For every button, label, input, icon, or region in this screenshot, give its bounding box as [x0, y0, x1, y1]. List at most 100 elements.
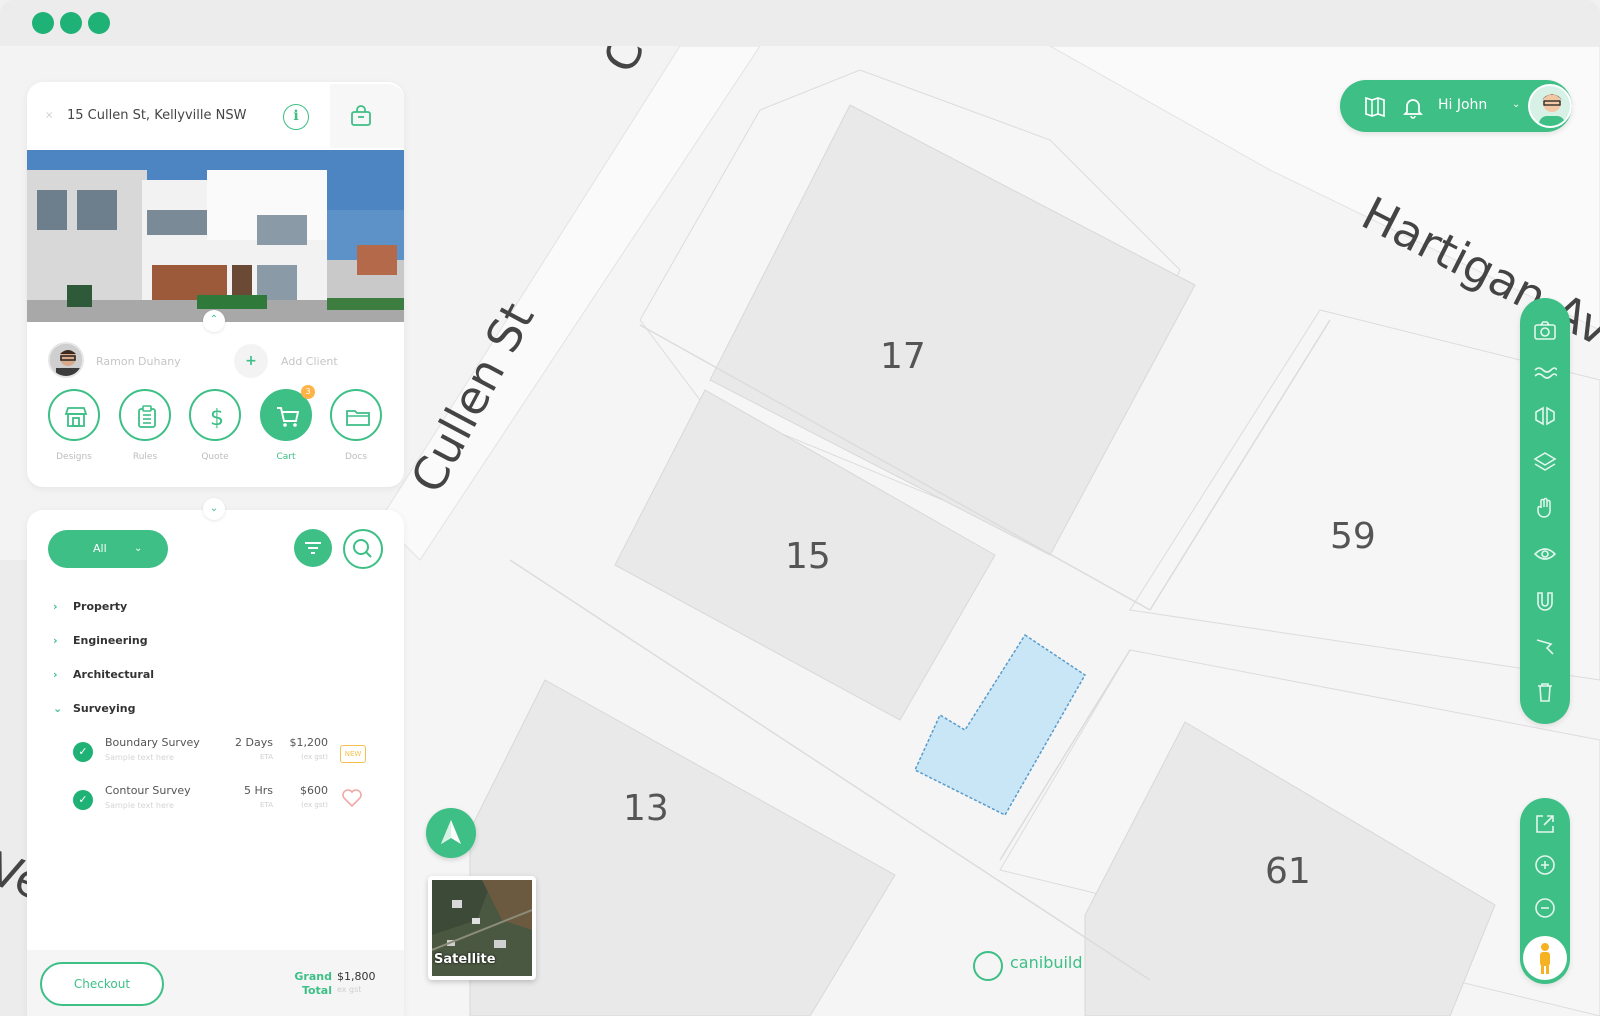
service-name: Boundary Survey [105, 736, 200, 749]
info-icon[interactable]: i [283, 104, 309, 130]
close-address-icon[interactable]: × [45, 110, 53, 121]
service-name: Contour Survey [105, 784, 191, 797]
shopping-bag-icon[interactable] [349, 104, 373, 128]
water-icon[interactable] [1533, 360, 1557, 384]
new-badge: NEW [340, 745, 366, 763]
lot-number: 59 [1330, 516, 1376, 557]
pegman-icon [1540, 943, 1550, 974]
category-label: Engineering [73, 634, 148, 647]
window-titlebar [0, 0, 1600, 46]
svg-text:$: $ [210, 406, 224, 430]
chevron-right-icon: › [53, 668, 58, 681]
checkout-button[interactable]: Checkout [40, 962, 164, 1006]
chevron-down-icon[interactable]: ⌄ [1512, 99, 1520, 110]
lot-number: 15 [785, 536, 831, 577]
service-price: $600 [300, 784, 328, 797]
docs-label: Docs [344, 452, 368, 462]
agent-name: Ramon Duhany [96, 355, 181, 368]
zoom-in-icon[interactable] [1533, 853, 1557, 877]
street-view-button[interactable] [1523, 936, 1567, 980]
rules-label: Rules [132, 452, 158, 462]
category-label: Architectural [73, 668, 155, 681]
search-icon [353, 539, 372, 558]
check-icon[interactable]: ✓ [73, 742, 93, 762]
designs-label: Designs [56, 452, 92, 462]
service-description: Sample text here [105, 753, 174, 762]
user-greeting[interactable]: Hi John [1438, 97, 1487, 113]
external-link-icon[interactable] [1533, 812, 1557, 836]
service-duration: 5 Hrs [243, 784, 273, 797]
rules-button[interactable] [119, 389, 171, 441]
property-address: 15 Cullen St, Kellyville NSW [67, 108, 247, 123]
compass-button[interactable] [426, 808, 476, 858]
eye-icon[interactable] [1533, 542, 1557, 566]
category-engineering[interactable]: › Engineering [53, 634, 148, 647]
service-eta-label: ETA [260, 753, 273, 761]
bookmark-map-icon[interactable] [1362, 94, 1388, 120]
service-gst-label: (ex gst) [301, 753, 328, 761]
quote-button[interactable]: $ [189, 389, 241, 441]
category-filter-select[interactable]: All ⌄ [48, 530, 168, 568]
trash-icon[interactable] [1533, 680, 1557, 704]
minimize-window-button[interactable] [60, 12, 82, 34]
category-label: Surveying [73, 702, 136, 715]
docs-button[interactable] [330, 389, 382, 441]
add-client-button[interactable]: + [234, 344, 268, 378]
collapse-photo-button[interactable]: ⌃ [203, 310, 225, 332]
cart-icon [277, 407, 300, 427]
brand-logo-icon [973, 951, 1003, 981]
lot-number: 13 [623, 788, 669, 829]
lot-number: 61 [1265, 851, 1311, 892]
filter-icon [305, 542, 321, 554]
satellite-label[interactable]: Satellite [434, 952, 496, 967]
lot-number: 17 [880, 336, 926, 377]
quote-label: Quote [201, 452, 229, 462]
agent-avatar [48, 342, 84, 378]
heart-icon[interactable] [341, 788, 363, 808]
check-icon[interactable]: ✓ [73, 790, 93, 810]
chevron-down-icon: ⌄ [53, 702, 63, 715]
dollar-icon: $ [210, 406, 224, 430]
search-button[interactable] [343, 529, 383, 569]
shop-icon [64, 407, 88, 427]
zoom-out-icon[interactable] [1533, 896, 1557, 920]
chevron-down-icon: ⌄ [134, 543, 143, 554]
grand-label-line: Grand [294, 970, 332, 983]
maximize-window-button[interactable] [88, 12, 110, 34]
clipboard-icon [138, 405, 156, 428]
category-surveying[interactable]: ⌄ Surveying [53, 702, 135, 715]
service-description: Sample text here [105, 801, 174, 810]
mirror-icon[interactable] [1533, 404, 1557, 428]
property-photo [27, 150, 404, 322]
navigation-arrow-icon [441, 820, 461, 844]
close-window-button[interactable] [32, 12, 54, 34]
grand-total-value: $1,800 [337, 970, 376, 983]
service-gst-label: (ex gst) [301, 801, 328, 809]
cart-label: Cart [276, 452, 296, 462]
flag-icon[interactable] [1533, 634, 1557, 658]
category-label: Property [73, 600, 128, 613]
services-card [27, 510, 404, 1016]
designs-button[interactable] [48, 389, 100, 441]
cart-count-badge: 3 [301, 385, 315, 399]
bell-icon[interactable] [1400, 94, 1426, 120]
category-property[interactable]: › Property [53, 600, 127, 613]
camera-icon[interactable] [1533, 318, 1557, 342]
user-avatar[interactable] [1528, 84, 1572, 128]
folder-icon [346, 410, 370, 426]
service-duration: 2 Days [235, 736, 273, 749]
filter-button[interactable] [294, 529, 332, 567]
collapse-services-button[interactable]: ⌄ [203, 498, 225, 520]
layers-icon[interactable] [1533, 450, 1557, 474]
service-price: $1,200 [289, 736, 329, 749]
chevron-right-icon: › [53, 600, 58, 613]
chevron-right-icon: › [53, 634, 58, 647]
grand-total-label: Grand Total [292, 970, 332, 998]
filter-selected-value: All [93, 542, 107, 555]
add-client-label[interactable]: Add Client [281, 355, 338, 368]
total-label-line: Total [301, 984, 332, 997]
category-architectural[interactable]: › Architectural [53, 668, 154, 681]
grand-total-gst: ex gst [337, 985, 362, 994]
magnet-icon[interactable] [1533, 590, 1557, 614]
hand-icon[interactable] [1533, 496, 1557, 520]
